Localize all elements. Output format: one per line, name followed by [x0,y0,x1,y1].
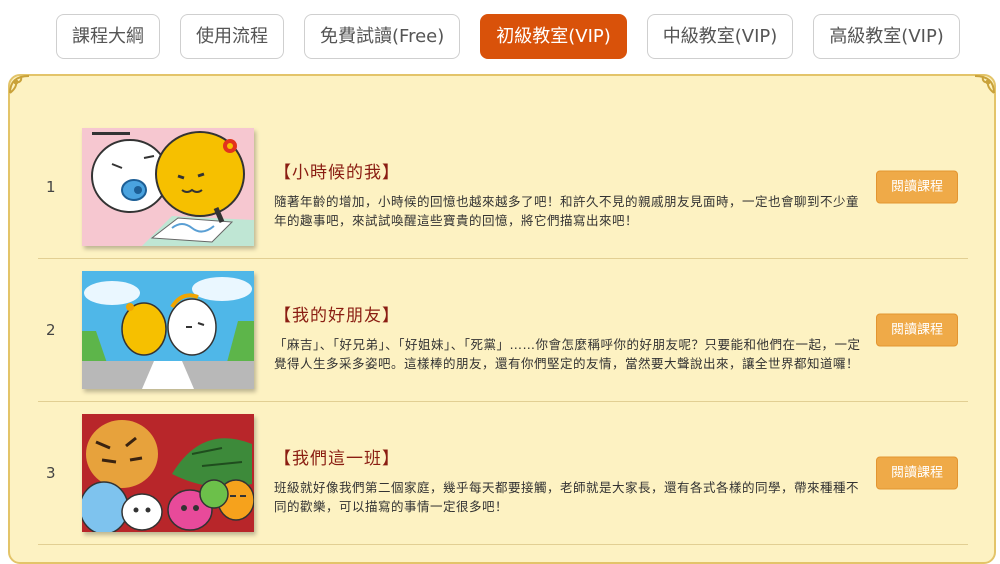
read-lesson-button[interactable]: 閱讀課程 [876,170,958,204]
lesson-number: 3 [46,464,56,482]
lesson-row: 1 【小時候的我】 隨著年齡的增加，小時候的回憶也越來越多了吧！和許久不見的親戚… [38,116,968,259]
tab-advanced-vip[interactable]: 高級教室(VIP) [813,14,960,59]
read-lesson-button[interactable]: 閱讀課程 [876,456,958,490]
two-friends-sky-icon [82,271,254,389]
lesson-description: 班級就好像我們第二個家庭，幾乎每天都要接觸，老師就是大家長，還有各式各樣的同學，… [274,480,860,514]
tab-beginner-vip[interactable]: 初級教室(VIP) [480,14,627,59]
lesson-number: 2 [46,321,56,339]
lesson-row: 2 【我的好朋友】 「麻吉」、「好兄弟」、「好姐妹」、「死黨」……你會怎麼稱呼你… [38,259,968,402]
course-tabs: 課程大綱 使用流程 免費試讀(Free) 初級教室(VIP) 中級教室(VIP)… [56,14,960,59]
corner-ornament-icon [9,75,30,94]
lesson-list-panel: 1 【小時候的我】 隨著年齡的增加，小時候的回憶也越來越多了吧！和許久不見的親戚… [8,74,996,564]
lesson-description: 隨著年齡的增加，小時候的回憶也越來越多了吧！和許久不見的親戚朋友見面時，一定也會… [274,194,860,228]
lesson-title: 【我的好朋友】 [274,306,400,326]
tab-free-trial[interactable]: 免費試讀(Free) [304,14,461,59]
lesson-row: 3 【我們這一班】 班級就好像我們第二個家庭，幾乎每天都要接觸，老師就是大家長，… [38,402,968,545]
tiger-dragon-class-icon [82,414,254,532]
lesson-thumbnail[interactable] [82,271,254,389]
two-characters-drawing-icon [82,128,254,246]
lesson-thumbnail[interactable] [82,128,254,246]
tab-intermediate-vip[interactable]: 中級教室(VIP) [646,14,794,59]
corner-ornament-icon [974,75,995,94]
tab-usage-flow[interactable]: 使用流程 [180,14,284,59]
lesson-thumbnail[interactable] [82,414,254,532]
lesson-description: 「麻吉」、「好兄弟」、「好姐妹」、「死黨」……你會怎麼稱呼你的好朋友呢？只要能和… [274,337,861,371]
lesson-number: 1 [46,178,56,196]
tab-course-outline[interactable]: 課程大綱 [56,14,160,59]
read-lesson-button[interactable]: 閱讀課程 [876,313,958,347]
lesson-title: 【我們這一班】 [274,449,400,469]
lesson-title: 【小時候的我】 [274,163,400,183]
